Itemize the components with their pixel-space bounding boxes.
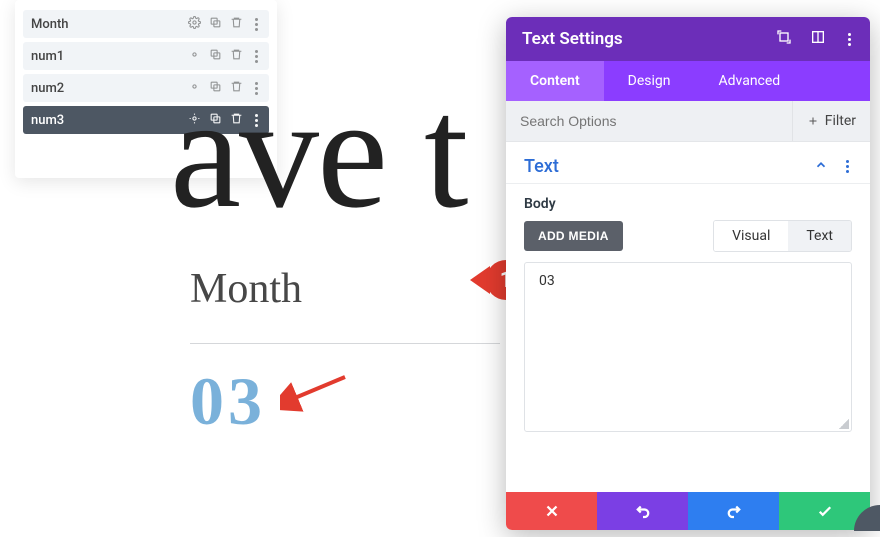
section-title[interactable]: Text	[524, 156, 559, 177]
layer-label: Month	[31, 17, 69, 32]
body-panel: Body ADD MEDIA Visual Text 03	[506, 184, 870, 492]
tab-design[interactable]: Design	[604, 61, 695, 101]
duplicate-icon[interactable]	[209, 16, 222, 33]
layer-row-actions	[188, 16, 261, 33]
body-label: Body	[524, 196, 852, 212]
filter-label: Filter	[825, 113, 856, 129]
settings-header-actions	[776, 29, 854, 49]
snap-icon[interactable]	[810, 29, 826, 49]
settings-footer	[506, 492, 870, 530]
settings-title: Text Settings	[522, 29, 623, 49]
text-settings-panel: Text Settings Content Design Advanced Fi…	[506, 17, 870, 530]
editor-mode-tabs: Visual Text	[713, 220, 852, 252]
month-label: Month	[190, 265, 490, 313]
undo-button[interactable]	[597, 492, 688, 530]
gear-icon[interactable]	[188, 16, 201, 33]
layer-label: num3	[31, 113, 64, 128]
page-heading-fragment: ave t	[170, 60, 466, 245]
more-icon[interactable]	[251, 18, 261, 31]
more-icon[interactable]	[844, 33, 854, 46]
divider	[190, 343, 500, 344]
settings-header[interactable]: Text Settings	[506, 17, 870, 61]
layer-label: num1	[31, 49, 64, 64]
collapse-icon[interactable]	[814, 157, 828, 176]
layer-row-month[interactable]: Month	[23, 10, 269, 38]
redo-button[interactable]	[688, 492, 779, 530]
body-editor[interactable]: 03	[524, 262, 852, 432]
section-text: Text	[506, 142, 870, 184]
editor-tab-visual[interactable]: Visual	[714, 221, 788, 251]
search-input[interactable]	[506, 101, 792, 141]
settings-tabs: Content Design Advanced	[506, 61, 870, 101]
tab-advanced[interactable]: Advanced	[695, 61, 805, 101]
cancel-button[interactable]	[506, 492, 597, 530]
expand-icon[interactable]	[776, 29, 792, 49]
month-block: Month 03	[190, 265, 490, 441]
more-icon[interactable]	[842, 160, 852, 173]
add-media-button[interactable]: ADD MEDIA	[524, 221, 623, 251]
editor-tab-text[interactable]: Text	[788, 221, 851, 251]
layer-label: num2	[31, 81, 64, 96]
trash-icon[interactable]	[230, 16, 243, 33]
search-row: Filter	[506, 101, 870, 142]
annotation-arrow	[280, 372, 350, 412]
filter-button[interactable]: Filter	[792, 101, 870, 141]
tab-content[interactable]: Content	[506, 61, 604, 101]
